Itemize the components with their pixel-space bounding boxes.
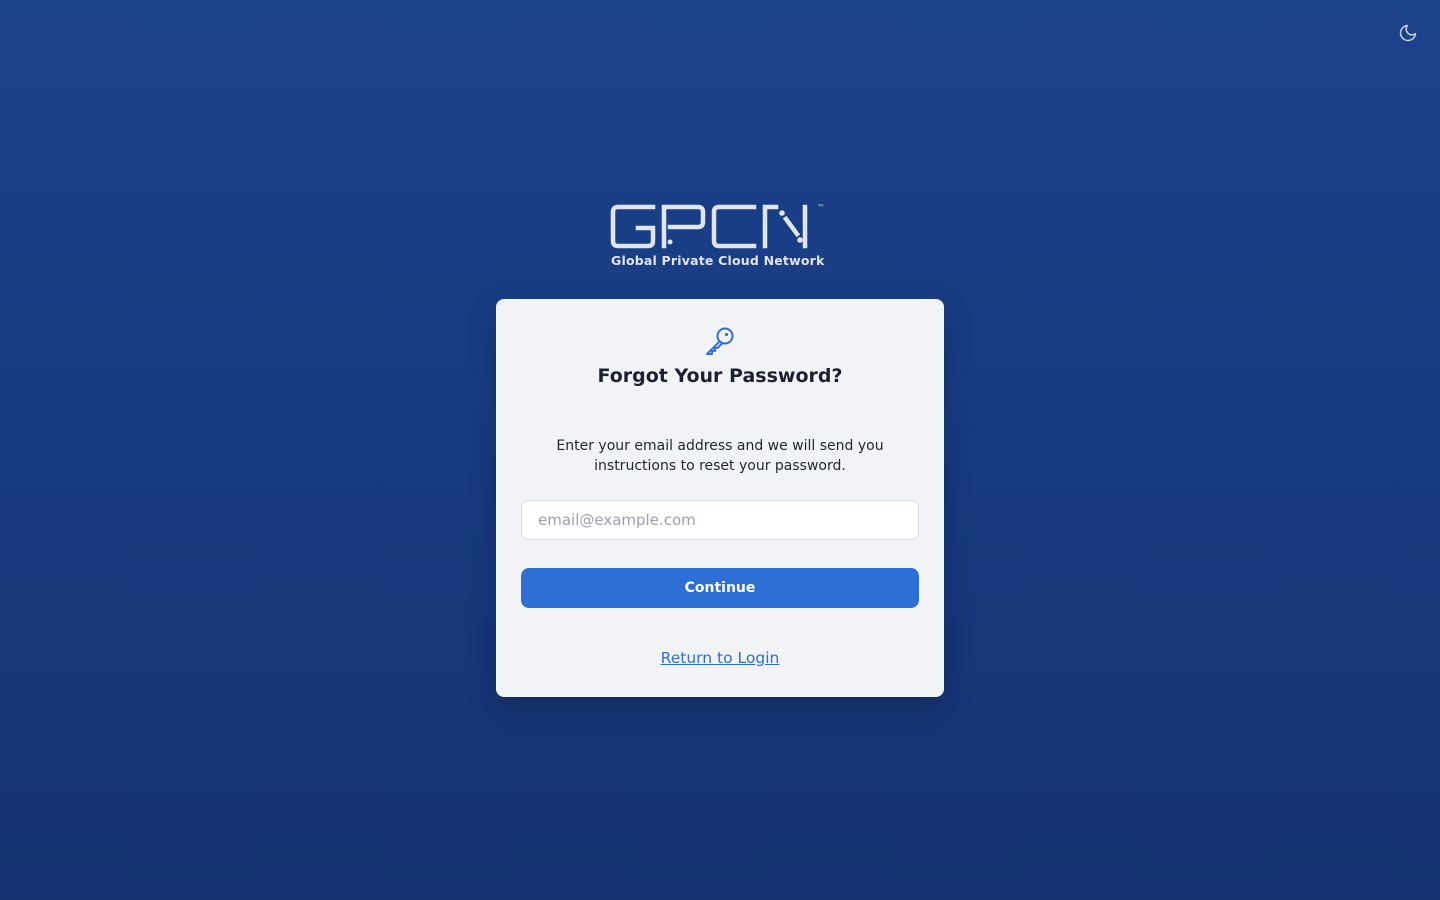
trademark-symbol: ™ (817, 203, 826, 212)
return-to-login-link[interactable]: Return to Login (496, 649, 944, 667)
logo: ™ Global Private Cloud Network (606, 200, 834, 272)
moon-icon (1399, 24, 1417, 42)
gpcn-logo-mark (610, 204, 808, 249)
key-icon (706, 327, 734, 355)
page-title: Forgot Your Password? (597, 365, 843, 387)
theme-toggle-button[interactable] (1396, 21, 1420, 45)
logo-tagline: Global Private Cloud Network (611, 253, 825, 268)
continue-button[interactable]: Continue (521, 568, 919, 608)
instructions-text: Enter your email address and we will sen… (556, 438, 884, 474)
email-field[interactable] (521, 500, 919, 540)
forgot-password-card: Forgot Your Password? Enter your email a… (496, 299, 944, 697)
